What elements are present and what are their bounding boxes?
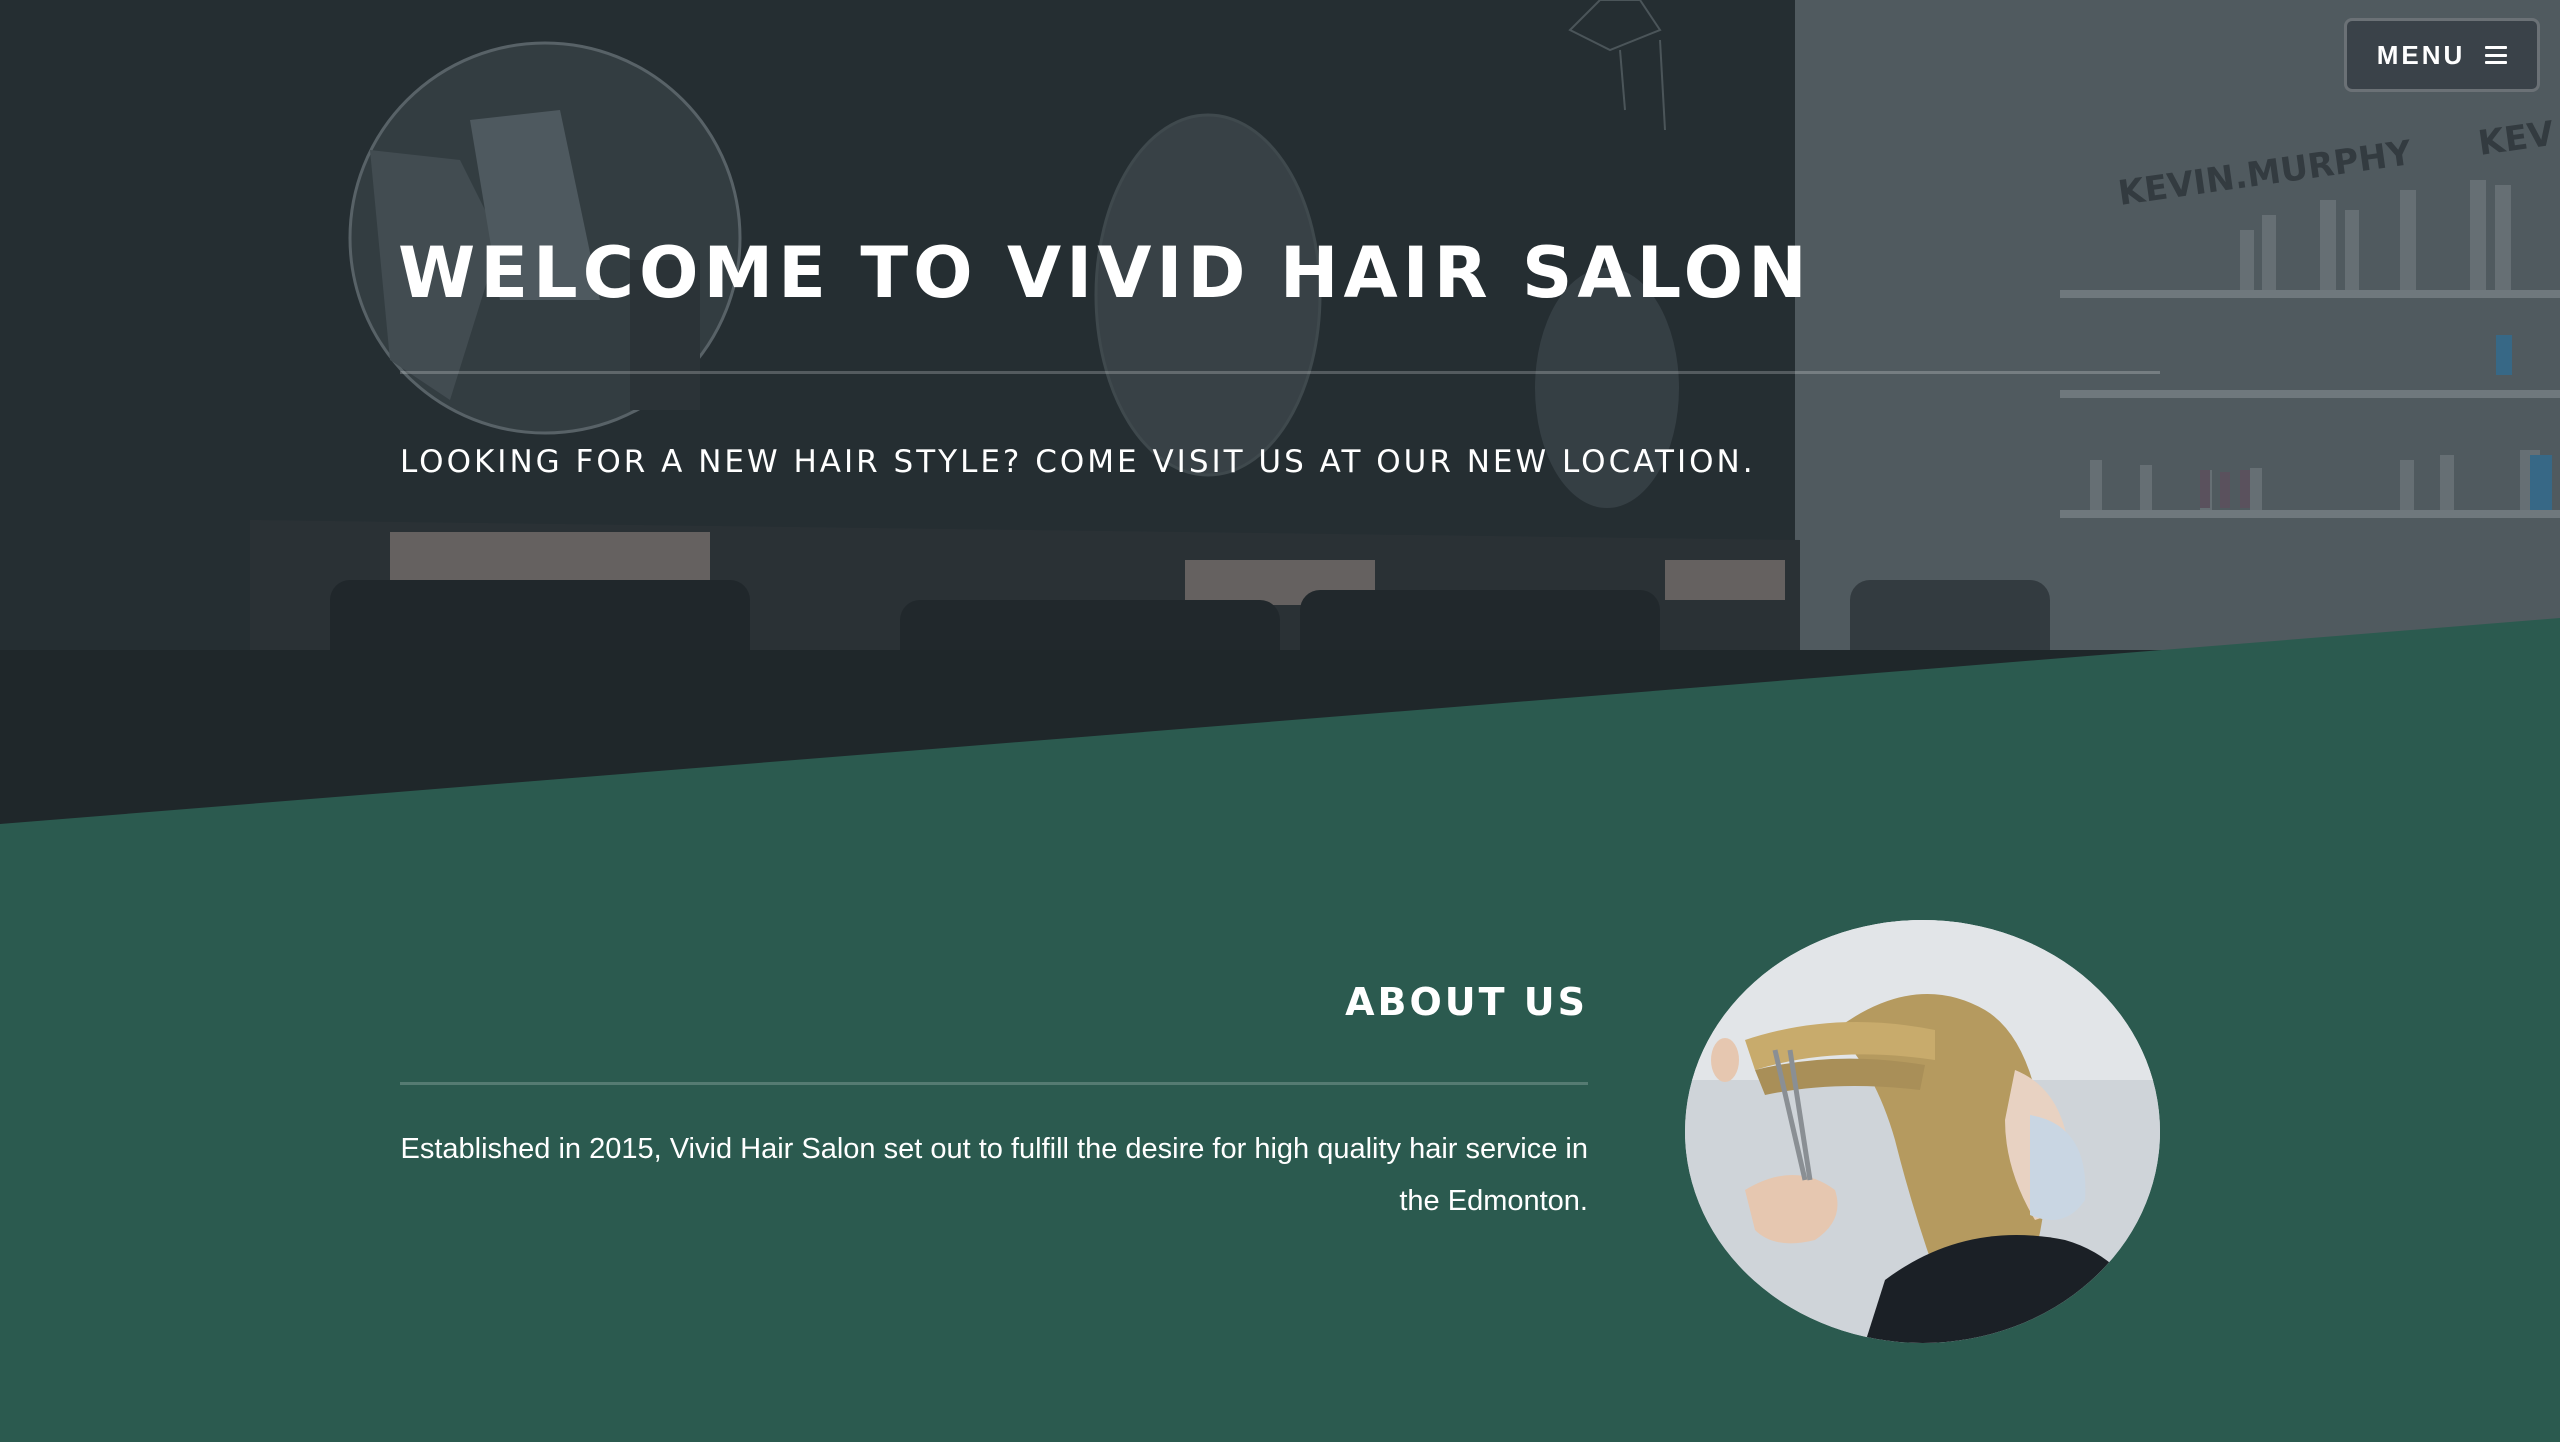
- about-heading: ABOUT US: [1345, 980, 1588, 1024]
- hero-title: WELCOME TO VIVID HAIR SALON: [398, 232, 1812, 314]
- hero-divider: [400, 371, 2160, 374]
- about-body: Established in 2015, Vivid Hair Salon se…: [400, 1132, 1589, 1217]
- about-text-block: ABOUT US Established in 2015, Vivid Hair…: [400, 980, 1588, 1227]
- section-divider-wedge: [0, 618, 2560, 830]
- about-photo: [1685, 920, 2160, 1343]
- page: KEVIN.MURPHY KEV MENU WELCOME TO VIVID H…: [0, 0, 2560, 1442]
- about-divider: [400, 1081, 1588, 1085]
- hero-section: KEVIN.MURPHY KEV MENU WELCOME TO VIVID H…: [0, 0, 2560, 830]
- menu-button[interactable]: MENU: [2344, 18, 2540, 92]
- menu-label: MENU: [2376, 39, 2466, 70]
- hero-subtitle: LOOKING FOR A NEW HAIR STYLE? COME VISIT…: [400, 444, 1756, 480]
- hamburger-icon: [2485, 46, 2508, 64]
